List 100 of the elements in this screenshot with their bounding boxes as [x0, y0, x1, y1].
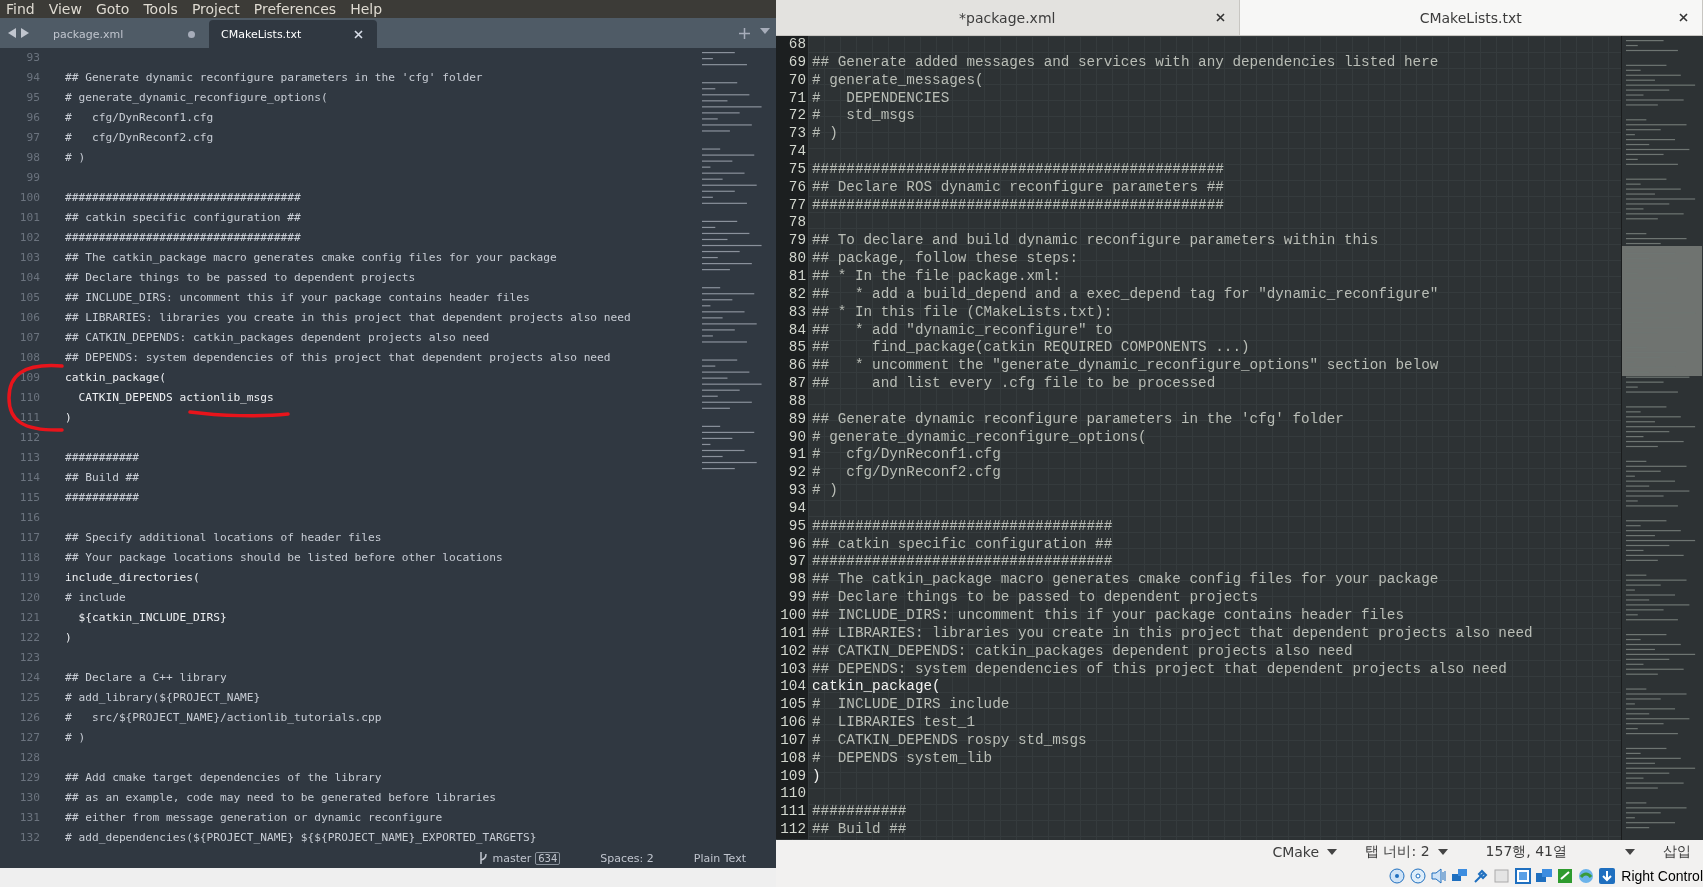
line-number: 124 [18, 670, 40, 686]
tab-width-selector[interactable]: 탭 너비: 2 [1365, 843, 1448, 861]
branch-name[interactable]: master [492, 851, 532, 865]
code-line: ## either from message generation or dynamic reconfigure [65, 810, 443, 826]
code-line: # ) [812, 482, 838, 500]
menu-item[interactable]: View [48, 1, 82, 18]
code-line: CATKIN_DEPENDS actionlib_msgs [77, 390, 274, 406]
line-number: 111 [18, 410, 40, 426]
language-selector[interactable]: CMake [1272, 844, 1338, 860]
code-line: ## Build ## [65, 470, 140, 486]
code-line: # cfg/DynReconf1.cfg [812, 446, 1001, 465]
line-number: 123 [18, 650, 40, 666]
menu-item[interactable]: Tools [143, 1, 178, 18]
code-line: ## Declare things to be passed to dependent projects [812, 589, 1259, 607]
code-line: # cfg/DynReconf1.cfg [65, 110, 214, 126]
plus-icon[interactable] [739, 27, 750, 39]
code-line: ## * add "dynamic_reconfigure" to [812, 321, 1113, 340]
close-icon[interactable] [1215, 13, 1225, 22]
line-number: 85 [776, 339, 808, 358]
line-number: 126 [18, 710, 40, 726]
line-number: 99 [25, 170, 40, 186]
code-line: ## Specify additional locations of header files [65, 530, 382, 546]
line-number: 93 [25, 50, 40, 66]
code-line: ## Add cmake target dependencies of the library [65, 770, 382, 786]
line-number: 103 [18, 250, 40, 266]
line-number: 128 [18, 750, 40, 766]
close-icon[interactable] [1679, 13, 1688, 22]
line-number: 79 [776, 232, 808, 251]
line-number: 100 [18, 190, 40, 206]
editor-tab[interactable]: package.xml [41, 20, 209, 48]
code-line: ## find_package(catkin REQUIRED COMPONENTS ...) [812, 339, 1250, 358]
unsaved-dot-icon [188, 30, 195, 38]
line-number: 106 [18, 310, 40, 326]
editor-tab[interactable]: CMakeLists.txt [1239, 0, 1703, 35]
editor-tab[interactable]: *package.xml [776, 0, 1240, 35]
line-number: 130 [18, 790, 40, 806]
download-icon[interactable] [1598, 866, 1617, 885]
screens-icon[interactable] [1535, 866, 1554, 885]
code-line: ## The catkin_package macro generates cmake config files for your package [812, 571, 1439, 590]
line-number: 119 [18, 570, 40, 586]
line-number: 68 [776, 36, 808, 54]
branch-icon [479, 852, 489, 864]
line-number: 87 [776, 375, 808, 393]
indentation-setting[interactable]: Spaces: 2 [600, 851, 654, 865]
line-number: 91 [776, 446, 808, 465]
syntax-setting[interactable]: Plain Text [693, 851, 746, 865]
line-number: 98 [25, 150, 40, 166]
code-line: ## INCLUDE_DIRS: uncomment this if your package contains header files [65, 290, 530, 306]
line-number: 127 [18, 730, 40, 746]
code-line: # generate_dynamic_reconfigure_options( [812, 428, 1147, 447]
code-line: # ) [65, 730, 86, 746]
insert-mode[interactable]: 삽입 [1663, 843, 1691, 861]
line-number: 99 [776, 589, 808, 607]
globe-icon[interactable] [1577, 866, 1596, 885]
code-line: # generate_messages( [812, 71, 984, 90]
code-line: # INCLUDE_DIRS include [812, 696, 1010, 715]
line-number: 104 [776, 678, 808, 697]
code-line: ## package, follow these steps: [812, 250, 1078, 268]
line-number: 80 [776, 250, 808, 268]
editor-tab[interactable]: CMakeLists.txt [209, 20, 377, 48]
line-number: 101 [18, 210, 40, 226]
code-line: # src/${PROJECT_NAME}/actionlib_tutorials.cpp [65, 710, 382, 726]
menu-item[interactable]: Find [6, 1, 35, 18]
code-line: # include [65, 590, 126, 606]
annotation-bracket [7, 363, 64, 432]
line-number: 97 [776, 553, 808, 572]
code-line: ## CATKIN_DEPENDS: catkin_packages dependent projects also need [65, 330, 490, 346]
line-number: 93 [776, 482, 808, 500]
menu-item[interactable]: Project [191, 1, 240, 18]
disc-icon[interactable] [1409, 866, 1428, 885]
speaker-icon[interactable] [1430, 866, 1449, 885]
code-line: ## Declare things to be passed to dependent projects [65, 270, 416, 286]
menu-item[interactable]: Help [350, 1, 383, 18]
line-number: 104 [18, 270, 40, 286]
code-line: ########### [65, 450, 140, 466]
code-line: ## catkin specific configuration ## [812, 535, 1113, 554]
line-number: 73 [776, 125, 808, 144]
line-number: 92 [776, 464, 808, 483]
menu-item[interactable]: Preferences [253, 1, 337, 18]
disk-icon[interactable] [1388, 866, 1407, 885]
line-number: 110 [776, 785, 808, 804]
code-line: ) [65, 630, 72, 646]
code-line: # generate_dynamic_reconfigure_options( [65, 90, 328, 106]
code-line: ## LIBRARIES: libraries you create in this project that dependent projects also need [65, 310, 631, 326]
cursor-position: 157행, 41열 [1485, 843, 1567, 861]
line-number: 131 [18, 810, 40, 826]
line-number: 113 [18, 450, 40, 466]
back-arrow-icon[interactable] [8, 28, 16, 38]
menu-item[interactable]: Goto [95, 1, 130, 18]
forward-arrow-icon[interactable] [21, 28, 29, 38]
code-line: # add_library(${PROJECT_NAME} [65, 690, 261, 706]
line-number: 109 [18, 370, 40, 386]
code-line: catkin_package( [812, 678, 941, 697]
code-line: ## To declare and build dynamic reconfigure parameters within this [812, 232, 1379, 251]
code-line: ) [65, 410, 72, 426]
line-number: 112 [18, 430, 40, 446]
code-line: ## Declare a C++ library [65, 670, 227, 686]
line-number: 112 [776, 821, 808, 839]
screen-icon[interactable] [1514, 866, 1533, 885]
line-number: 78 [776, 214, 808, 233]
